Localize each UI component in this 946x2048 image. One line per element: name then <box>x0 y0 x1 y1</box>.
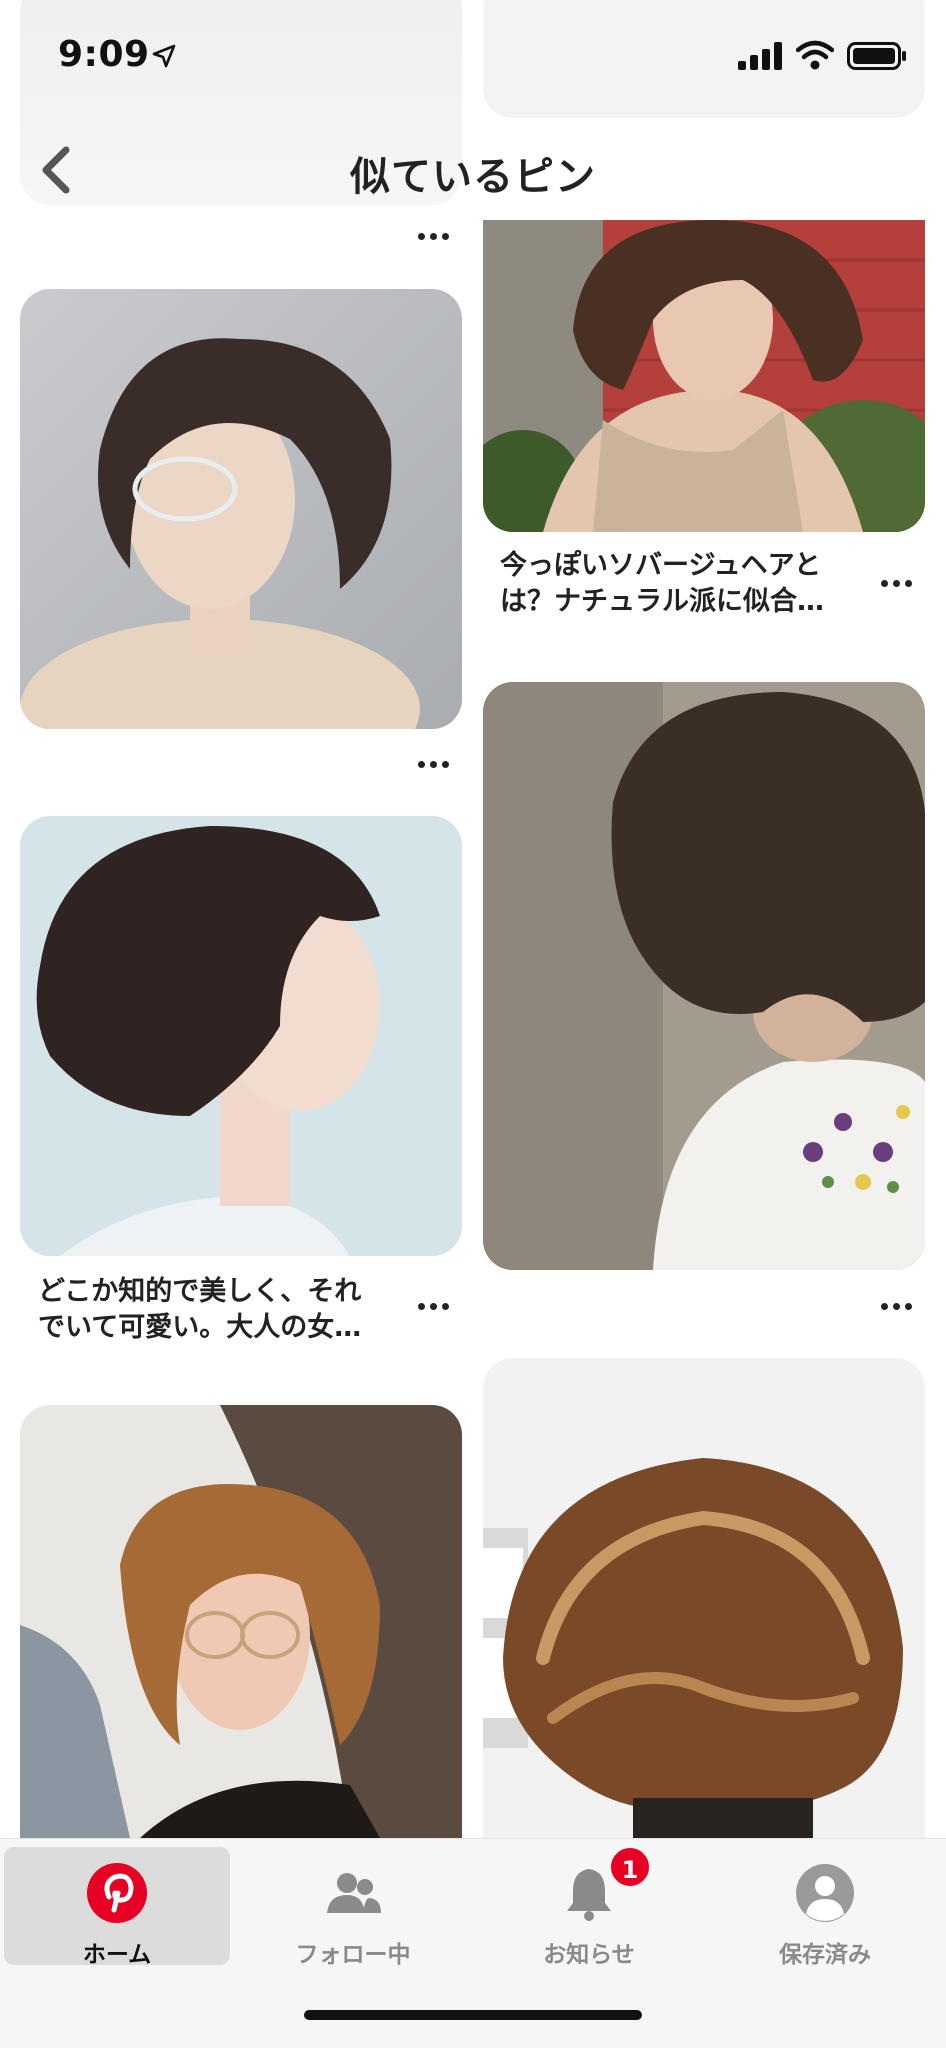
notification-badge: 1 <box>608 1845 652 1889</box>
pin-image[interactable] <box>483 1358 925 1838</box>
pin-photo-curly-back-concrete <box>483 682 925 1270</box>
cellular-signal-icon <box>738 42 782 70</box>
more-options-icon[interactable] <box>876 577 916 591</box>
tab-notifications[interactable]: お知らせ <box>476 1847 702 1968</box>
page-title: 似ているピン <box>350 154 596 200</box>
battery-icon <box>847 42 906 70</box>
more-options-icon[interactable] <box>876 1300 916 1314</box>
more-options-icon[interactable] <box>413 1300 453 1314</box>
pin-image[interactable] <box>20 816 462 1256</box>
pin-photo-curly-bob-profile <box>20 816 462 1256</box>
tab-notifications-label: お知らせ <box>543 1942 635 1968</box>
header: 似ているピン <box>0 118 946 218</box>
pin-image[interactable] <box>483 220 925 532</box>
more-options-icon[interactable] <box>413 758 453 772</box>
pin-caption-line: どこか知的で美しく、それ <box>38 1276 362 1307</box>
pin-caption[interactable]: どこか知的で美しく、それ でいて可愛い。大人の女… <box>38 1274 398 1346</box>
status-time: 9:09 <box>58 34 150 75</box>
pinterest-logo-icon <box>87 1863 147 1923</box>
pin-photo-highlighted-curls-back <box>483 1358 925 1838</box>
profile-avatar-icon <box>796 1864 854 1922</box>
pin-photo-curly-glasses-denim <box>20 1405 462 1838</box>
tab-following[interactable]: フォロー中 <box>240 1847 466 1968</box>
pin-image[interactable] <box>20 289 462 729</box>
more-options-icon[interactable] <box>413 230 453 244</box>
tab-home-label: ホーム <box>82 1942 152 1968</box>
pin-caption[interactable]: 今っぽいソバージュヘアと は？ナチュラル派に似合… <box>500 548 860 620</box>
pin-photo-wavy-bob-red-wall <box>483 220 925 532</box>
people-icon <box>327 1873 381 1913</box>
tab-saved-label: 保存済み <box>779 1942 871 1968</box>
status-bar: 9:09 <box>0 0 946 118</box>
home-indicator[interactable] <box>304 2010 642 2020</box>
tab-saved[interactable]: 保存済み <box>712 1847 938 1968</box>
tab-home[interactable]: ホーム <box>4 1847 230 1968</box>
pin-caption-line: 今っぽいソバージュヘアと <box>500 550 822 581</box>
pin-caption-line: でいて可愛い。大人の女… <box>38 1312 362 1343</box>
wifi-icon <box>796 40 834 70</box>
location-arrow-icon <box>152 44 176 68</box>
pin-photo-short-curly-glasses <box>20 289 462 729</box>
screen: 9:09 似ているピン どこか知的で美しく、それ でいて可愛い。大人の女… 今っ… <box>0 0 946 2048</box>
tab-following-label: フォロー中 <box>295 1942 411 1968</box>
pin-image[interactable] <box>20 1405 462 1838</box>
pin-image[interactable] <box>483 682 925 1270</box>
pin-caption-line: は？ナチュラル派に似合… <box>500 586 824 617</box>
